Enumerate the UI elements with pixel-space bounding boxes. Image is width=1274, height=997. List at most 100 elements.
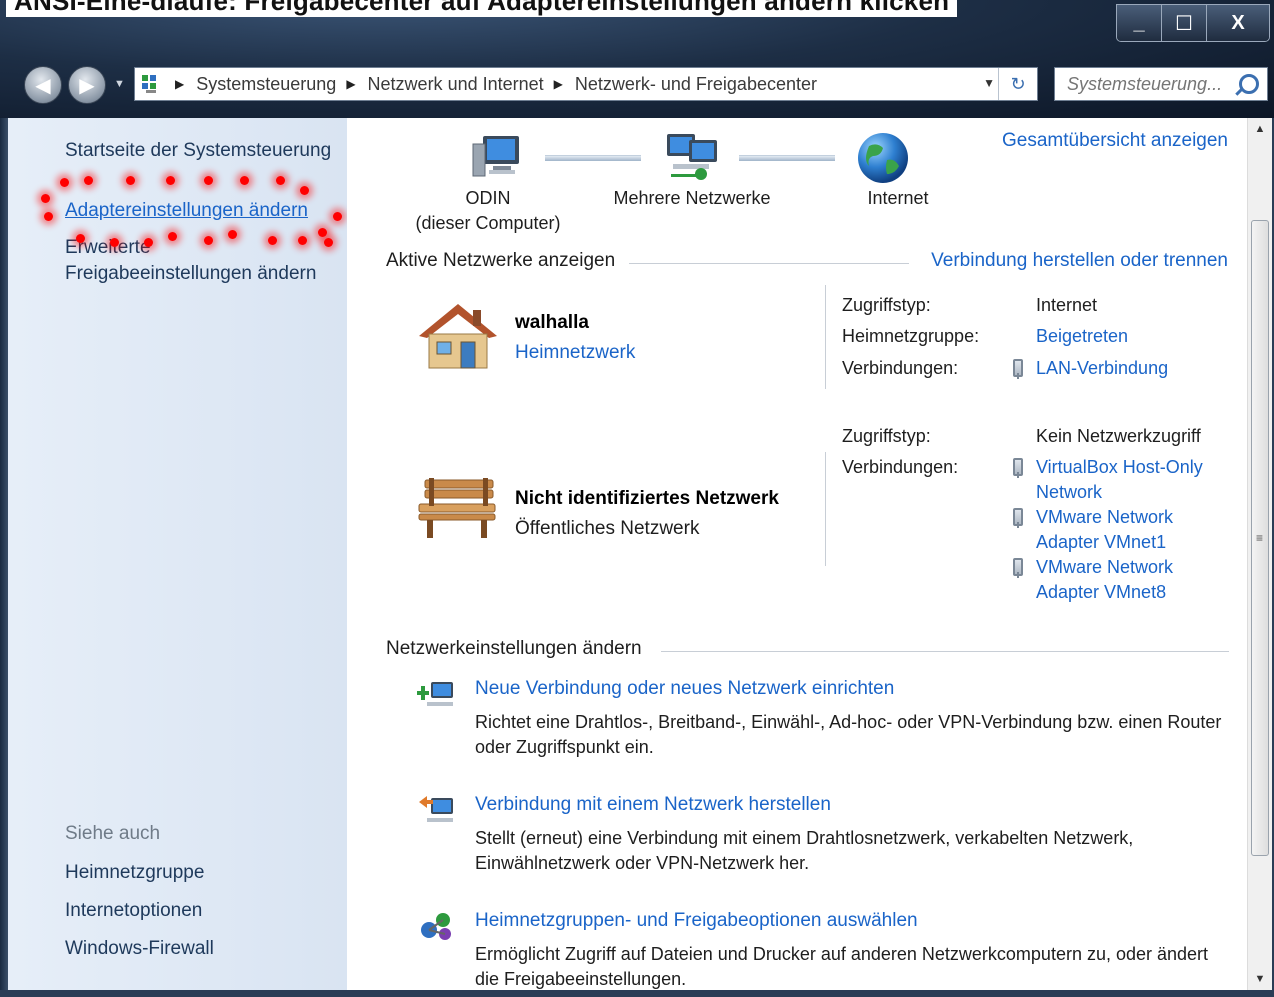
recent-pages-dropdown[interactable]: ▼: [114, 78, 125, 90]
connect-to-network-icon: [419, 796, 453, 822]
highlight-dot: [44, 212, 53, 221]
vmnet8-adapter-link-line1[interactable]: VMware Network: [1036, 557, 1173, 578]
main-content: Gesamtübersicht anzeigen ODIN (dieser Co…: [347, 118, 1247, 990]
homegroup-label: Heimnetzgruppe:: [842, 326, 980, 346]
vmnet8-adapter-link-line2[interactable]: Adapter VMnet8: [1036, 582, 1166, 603]
access-type-label: Zugriffstyp:: [842, 426, 931, 446]
new-connection-icon: [417, 682, 453, 706]
highlight-dot: [268, 236, 277, 245]
network-name-unidentified: Nicht identifiziertes Netzwerk: [515, 488, 779, 509]
network-type-public: Öffentliches Netzwerk: [515, 518, 700, 539]
refresh-icon: ↻: [1010, 73, 1026, 94]
virtualbox-adapter-link-line2[interactable]: Network: [1036, 482, 1102, 503]
lan-connection-link[interactable]: LAN-Verbindung: [1036, 358, 1168, 379]
breadcrumb-arrow-icon[interactable]: ▶: [175, 77, 184, 91]
left-task-pane: Startseite der Systemsteuerung Adapterei…: [8, 118, 347, 990]
address-bar[interactable]: ▶ Systemsteuerung ▶ Netzwerk und Interne…: [134, 67, 1038, 101]
forward-button[interactable]: ▶: [68, 66, 106, 104]
setup-new-connection-desc: Richtet eine Drahtlos-, Breitband-, Einw…: [475, 712, 1222, 757]
highlight-dot: [240, 176, 249, 185]
connections-label: Verbindungen:: [842, 358, 959, 378]
highlight-dot: [84, 176, 93, 185]
scroll-grip-icon: ≡: [1256, 531, 1264, 545]
search-box[interactable]: [1054, 67, 1268, 101]
highlight-dot: [60, 178, 69, 187]
access-type-value: Internet: [1036, 295, 1098, 315]
back-arrow-icon: ◀: [35, 74, 51, 97]
highlight-dot: [300, 186, 309, 195]
access-type-value: Kein Netzwerkzugriff: [1036, 426, 1201, 446]
section-divider: [629, 263, 909, 264]
address-dropdown-icon[interactable]: ▼: [983, 76, 995, 90]
network-name-walhalla: walhalla: [515, 312, 589, 333]
connections-label: Verbindungen:: [842, 457, 959, 477]
active-networks-heading: Aktive Netzwerke anzeigen: [386, 250, 616, 271]
connect-disconnect-link[interactable]: Verbindung herstellen oder trennen: [931, 250, 1228, 272]
highlight-dot: [318, 228, 327, 237]
maximize-button[interactable]: ☐: [1162, 5, 1207, 41]
highlight-dot: [110, 238, 119, 247]
internet-globe-icon: [858, 133, 908, 183]
minimize-button[interactable]: _: [1117, 5, 1162, 41]
virtualbox-adapter-link-line1[interactable]: VirtualBox Host-Only: [1036, 457, 1203, 478]
highlight-dot: [204, 176, 213, 185]
breadcrumb-systemsteuerung[interactable]: Systemsteuerung: [196, 74, 336, 95]
highlight-dot: [166, 176, 175, 185]
highlight-dot: [126, 176, 135, 185]
map-connection-line: [545, 155, 641, 161]
forward-arrow-icon: ▶: [79, 74, 95, 97]
refresh-button[interactable]: ↻: [998, 68, 1037, 100]
connect-to-network-desc: Stellt (erneut) eine Verbindung mit eine…: [475, 828, 1134, 873]
homegroup-sharing-icon: [421, 913, 451, 940]
search-input[interactable]: [1065, 72, 1239, 96]
highlight-dot: [204, 236, 213, 245]
highlight-dot: [276, 176, 285, 185]
homegroup-joined-link[interactable]: Beigetreten: [1036, 326, 1128, 347]
window-frame-left: [0, 118, 8, 997]
scroll-down-button[interactable]: ▼: [1248, 968, 1272, 990]
breadcrumb-arrow-icon[interactable]: ▶: [346, 77, 355, 91]
section-divider: [661, 651, 1229, 652]
network-settings-heading: Netzwerkeinstellungen ändern: [386, 638, 642, 659]
control-panel-home-link[interactable]: Startseite der Systemsteuerung: [65, 140, 331, 162]
highlight-dot: [144, 238, 153, 247]
highlight-dot: [333, 212, 342, 221]
see-also-firewall-link[interactable]: Windows-Firewall: [65, 938, 214, 960]
vmnet1-adapter-link-line2[interactable]: Adapter VMnet1: [1036, 532, 1166, 553]
network-adapter-icon: [1013, 558, 1023, 578]
back-button[interactable]: ◀: [24, 66, 62, 104]
vmnet1-adapter-link-line1[interactable]: VMware Network: [1036, 507, 1173, 528]
search-icon[interactable]: [1239, 74, 1259, 94]
network-type-home-link[interactable]: Heimnetzwerk: [515, 342, 635, 364]
see-also-homegroup-link[interactable]: Heimnetzgruppe: [65, 862, 204, 884]
network-separator: [825, 452, 826, 566]
breadcrumb-arrow-icon[interactable]: ▶: [554, 77, 563, 91]
setup-new-connection-link[interactable]: Neue Verbindung oder neues Netzwerk einr…: [475, 678, 894, 700]
see-also-internet-options-link[interactable]: Internetoptionen: [65, 900, 202, 922]
close-button[interactable]: X: [1207, 5, 1269, 41]
connect-to-network-link[interactable]: Verbindung mit einem Netzwerk herstellen: [475, 794, 831, 816]
breadcrumb-freigabecenter[interactable]: Netzwerk- und Freigabecenter: [575, 74, 817, 95]
highlight-dot: [298, 236, 307, 245]
homegroup-options-link[interactable]: Heimnetzgruppen- und Freigabeoptionen au…: [475, 910, 918, 932]
highlight-dot: [168, 232, 177, 241]
scroll-thumb[interactable]: ≡: [1251, 220, 1269, 856]
multiple-networks-icon: [667, 134, 717, 180]
map-computer-sub: (dieser Computer): [415, 213, 561, 233]
window-controls: _ ☐ X: [1116, 4, 1270, 42]
vertical-scrollbar[interactable]: ▲ ≡ ▼: [1247, 118, 1272, 990]
map-computer-label: ODIN (dieser Computer): [403, 188, 573, 234]
highlight-dot: [228, 230, 237, 239]
map-computer-name: ODIN: [465, 188, 511, 208]
public-network-bench-icon: [418, 478, 496, 538]
network-adapter-icon: [1013, 359, 1023, 379]
home-network-icon: [419, 304, 497, 369]
network-separator: [825, 285, 826, 389]
full-map-link[interactable]: Gesamtübersicht anzeigen: [1002, 130, 1228, 152]
scroll-up-button[interactable]: ▲: [1248, 118, 1272, 140]
computer-icon: [472, 136, 519, 177]
access-type-label: Zugriffstyp:: [842, 295, 931, 315]
breadcrumb-netzwerk-internet[interactable]: Netzwerk und Internet: [368, 74, 544, 95]
change-adapter-settings-link[interactable]: Adaptereinstellungen ändern: [65, 200, 308, 222]
advanced-sharing-link-line2[interactable]: Freigabeeinstellungen ändern: [65, 263, 316, 285]
